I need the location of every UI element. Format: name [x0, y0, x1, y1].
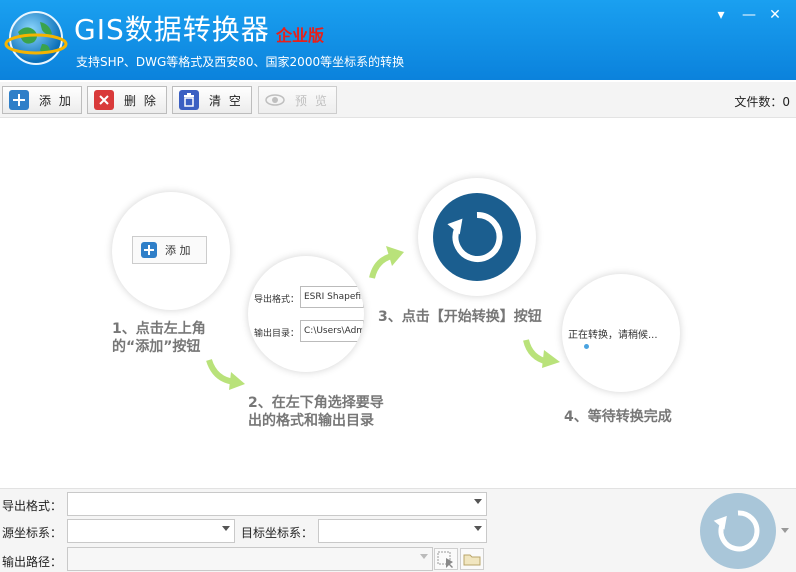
export-format-label: 导出格式： — [2, 499, 63, 513]
delete-button-label: 删 除 — [124, 93, 158, 108]
x-icon — [94, 90, 114, 110]
refresh-icon — [447, 211, 503, 262]
step3-text: 3、点击【开始转换】按钮 — [378, 309, 542, 325]
step2-dir-label: 输出目录： — [254, 329, 300, 339]
clear-button[interactable]: 清 空 — [172, 86, 252, 114]
step1-circle: 添 加 — [112, 192, 230, 310]
file-list-area[interactable]: 添 加 1、点击左上角 的“添加”按钮 导出格式： ESRI Shapefile… — [0, 118, 796, 488]
preview-button-label: 预 览 — [295, 93, 329, 108]
app-subtitle: 支持SHP、DWG等格式及西安80、国家2000等坐标系的转换 — [76, 55, 405, 69]
step4-text: 4、等待转换完成 — [564, 409, 672, 425]
clear-button-label: 清 空 — [209, 93, 243, 108]
close-icon[interactable]: ✕ — [766, 6, 784, 24]
step2-format-label: 导出格式： — [254, 295, 300, 305]
target-crs-select[interactable] — [318, 519, 487, 543]
eye-icon — [265, 90, 285, 110]
plus-icon — [9, 90, 29, 110]
arrow-step1-to-step2-icon — [206, 359, 245, 390]
add-button[interactable]: 添 加 — [2, 86, 82, 114]
start-button-illustration — [433, 193, 521, 281]
chevron-down-icon — [474, 526, 482, 531]
arrow-step2-to-step3-icon — [369, 246, 404, 279]
step1-text-line2: 的“添加”按钮 — [112, 339, 201, 355]
step2-text-line1: 2、在左下角选择要导 — [248, 395, 384, 411]
chevron-down-icon — [420, 554, 428, 559]
menu-dropdown-icon[interactable]: ▾ — [712, 6, 730, 24]
chevron-down-icon — [474, 499, 482, 504]
step4-circle: 正在转换，请稍候... — [562, 274, 680, 392]
arrow-step3-to-step4-icon — [523, 339, 560, 368]
add-button-label: 添 加 — [39, 93, 73, 108]
refresh-icon — [713, 510, 760, 552]
step2-text-line2: 出的格式和输出目录 — [248, 413, 374, 429]
output-path-label: 输出路径： — [2, 555, 63, 569]
edition-badge: 企业版 — [276, 26, 325, 45]
step1-button-label: 添 加 — [165, 244, 191, 257]
step1-text: 1、点击左上角 的“添加”按钮 — [112, 320, 206, 356]
file-count: 文件数：0 — [734, 95, 790, 109]
output-path-input[interactable] — [67, 547, 433, 571]
plus-icon — [141, 242, 157, 258]
source-crs-label: 源坐标系： — [2, 526, 63, 540]
start-convert-button[interactable] — [700, 493, 776, 569]
step1-text-line1: 1、点击左上角 — [112, 321, 206, 337]
progress-dot — [584, 344, 589, 349]
trash-icon — [179, 90, 199, 110]
step1-add-button-illustration: 添 加 — [132, 236, 207, 264]
minimize-icon[interactable]: — — [740, 6, 758, 24]
app-title: GIS数据转换器 — [74, 13, 270, 46]
open-folder-button[interactable] — [460, 548, 484, 570]
step2-text: 2、在左下角选择要导 出的格式和输出目录 — [248, 394, 384, 430]
preview-button[interactable]: 预 览 — [258, 86, 337, 114]
toolbar: 添 加 删 除 清 空 预 览 文件数：0 — [0, 82, 796, 118]
step2-dir-value: C:\Users\Adm — [300, 320, 364, 342]
step2-circle: 导出格式： ESRI Shapefile 输出目录： C:\Users\Adm — [248, 256, 364, 372]
start-options-chevron-icon[interactable] — [781, 528, 789, 533]
target-crs-label: 目标坐标系： — [241, 526, 314, 540]
globe-logo-icon — [4, 11, 68, 65]
cursor-select-icon — [437, 551, 453, 568]
source-crs-select[interactable] — [67, 519, 235, 543]
folder-icon — [463, 554, 481, 566]
select-path-button[interactable] — [434, 548, 458, 570]
step3-circle — [418, 178, 536, 296]
delete-button[interactable]: 删 除 — [87, 86, 167, 114]
chevron-down-icon — [222, 526, 230, 531]
export-format-select[interactable] — [67, 492, 487, 516]
step2-format-value: ESRI Shapefile — [300, 286, 364, 308]
title-bar: GIS数据转换器 企业版 支持SHP、DWG等格式及西安80、国家2000等坐标… — [0, 0, 796, 80]
step4-status-text: 正在转换，请稍候... — [568, 330, 658, 341]
